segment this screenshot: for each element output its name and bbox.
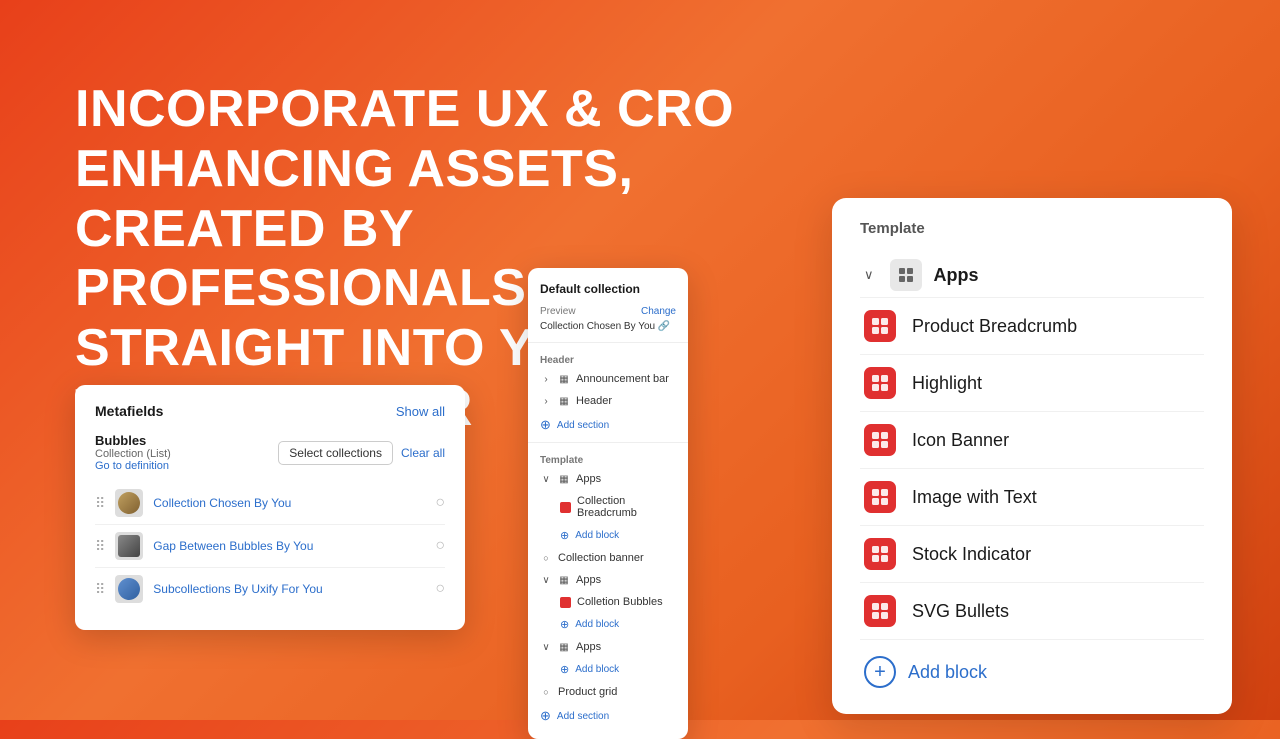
drag-handle-icon-2[interactable]: ⠿ <box>95 538 105 555</box>
theme-add-section-1[interactable]: ⊕ Add section <box>528 412 688 438</box>
chevron-down-icon-2: ∨ <box>540 574 552 586</box>
theme-apps-row-2[interactable]: ∨ ▦ Apps <box>528 569 688 591</box>
panel-item-label-3: Icon Banner <box>912 430 1009 451</box>
metafields-row-1: ⠿ Collection Chosen By You ○ <box>95 482 445 525</box>
panel-item-label-1: Product Breadcrumb <box>912 316 1077 337</box>
drag-handle-icon[interactable]: ⠿ <box>95 495 105 512</box>
bubbles-info: Bubbles Collection (List) Go to definiti… <box>95 433 171 472</box>
panel-apps-label: Apps <box>934 265 979 286</box>
panel-item-highlight[interactable]: Highlight <box>860 355 1204 412</box>
thumb-3 <box>115 575 143 603</box>
metafields-row-3: ⠿ Subcollections By Uxify For You ○ <box>95 568 445 610</box>
panel-item-product-breadcrumb[interactable]: Product Breadcrumb <box>860 298 1204 355</box>
go-to-definition[interactable]: Go to definition <box>95 460 171 472</box>
hero-line1: INCORPORATE UX & CRO ENHANCING ASSETS, <box>75 80 835 200</box>
panel-item-label-5: Stock Indicator <box>912 544 1031 565</box>
app-icon-2 <box>864 367 896 399</box>
thumb-1 <box>115 489 143 517</box>
app-icon-1 <box>864 310 896 342</box>
right-panel: Template ∨ Apps Product Breadcrumb <box>832 198 1232 714</box>
chevron-right-icon: › <box>540 373 552 385</box>
theme-collection-banner-row[interactable]: ○ Collection banner <box>528 547 688 569</box>
circle-icon-1: ○ <box>540 552 552 564</box>
hero-line2: CREATED BY PROFESSIONALS, <box>75 200 835 320</box>
theme-header-row[interactable]: › ▦ Header <box>528 390 688 412</box>
row-text-3[interactable]: Subcollections By Uxify For You <box>153 582 425 596</box>
panel-item-svg-bullets[interactable]: SVG Bullets <box>860 583 1204 640</box>
apps-grid-icon <box>890 259 922 291</box>
app-icon-4 <box>864 481 896 513</box>
apps-grid-icon-2: ▦ <box>558 574 570 586</box>
theme-add-block-1[interactable]: ⊕ Add block <box>528 524 688 547</box>
panel-section-label: Template <box>860 220 1204 237</box>
chevron-down-icon-1: ∨ <box>540 473 552 485</box>
metafields-header: Metafields Show all <box>95 403 445 419</box>
plus-icon-4: ⊕ <box>560 663 569 676</box>
row-action-2[interactable]: ○ <box>435 537 445 555</box>
chevron-down-icon: ∨ <box>864 267 874 283</box>
chevron-down-icon-3: ∨ <box>540 641 552 653</box>
panel-item-image-with-text[interactable]: Image with Text <box>860 469 1204 526</box>
metafields-section-header: Bubbles Collection (List) Go to definiti… <box>95 433 445 472</box>
theme-product-grid-row[interactable]: ○ Product grid <box>528 681 688 703</box>
theme-apps-row-3[interactable]: ∨ ▦ Apps <box>528 636 688 658</box>
panel-item-label-6: SVG Bullets <box>912 601 1009 622</box>
plus-icon-5: ⊕ <box>540 708 551 724</box>
apps-grid-icon-1: ▦ <box>558 473 570 485</box>
circle-icon-2: ○ <box>540 686 552 698</box>
bubbles-actions: Select collections Clear all <box>278 441 445 465</box>
clear-all-link[interactable]: Clear all <box>401 446 445 460</box>
theme-card-title: Default collection <box>528 282 688 302</box>
chevron-right-icon-2: › <box>540 395 552 407</box>
theme-editor-card: Default collection Preview Change Collec… <box>528 268 688 739</box>
panel-apps-row[interactable]: ∨ Apps <box>860 253 1204 298</box>
show-all-link[interactable]: Show all <box>396 404 445 419</box>
metafields-card: Metafields Show all Bubbles Collection (… <box>75 385 465 630</box>
bubbles-sub: Collection (List) <box>95 448 171 460</box>
theme-header-label: Header <box>528 347 688 368</box>
theme-apps-row-1[interactable]: ∨ ▦ Apps <box>528 468 688 490</box>
app-icon-5 <box>864 538 896 570</box>
row-text-1[interactable]: Collection Chosen By You <box>153 496 425 510</box>
theme-collection-bubbles-row[interactable]: Colletion Bubbles <box>528 591 688 613</box>
theme-add-block-2[interactable]: ⊕ Add block <box>528 613 688 636</box>
theme-preview-row: Preview Change <box>528 302 688 321</box>
panel-item-stock-indicator[interactable]: Stock Indicator <box>860 526 1204 583</box>
row-action-1[interactable]: ○ <box>435 494 445 512</box>
theme-change-link[interactable]: Change <box>641 306 676 317</box>
theme-add-section-2[interactable]: ⊕ Add section <box>528 703 688 729</box>
grid-icon: ▦ <box>558 373 570 385</box>
row-action-3[interactable]: ○ <box>435 580 445 598</box>
theme-preview-label: Preview <box>540 306 576 317</box>
app-icon-3 <box>864 424 896 456</box>
apps-grid-icon-3: ▦ <box>558 641 570 653</box>
plus-icon-3: ⊕ <box>560 618 569 631</box>
red-square-icon-1 <box>560 502 571 513</box>
panel-add-block[interactable]: + Add block <box>860 640 1204 688</box>
theme-add-block-3[interactable]: ⊕ Add block <box>528 658 688 681</box>
plus-icon-1: ⊕ <box>540 417 551 433</box>
metafields-row-2: ⠿ Gap Between Bubbles By You ○ <box>95 525 445 568</box>
red-square-icon-2 <box>560 597 571 608</box>
panel-item-label-2: Highlight <box>912 373 982 394</box>
panel-item-icon-banner[interactable]: Icon Banner <box>860 412 1204 469</box>
theme-template-label: Template <box>528 447 688 468</box>
add-block-label[interactable]: Add block <box>908 662 987 683</box>
header-grid-icon: ▦ <box>558 395 570 407</box>
row-text-2[interactable]: Gap Between Bubbles By You <box>153 539 425 553</box>
metafields-title: Metafields <box>95 403 163 419</box>
panel-item-label-4: Image with Text <box>912 487 1037 508</box>
theme-collection-val: Collection Chosen By You 🔗 <box>528 321 688 338</box>
app-icon-6 <box>864 595 896 627</box>
thumb-2 <box>115 532 143 560</box>
add-block-circle-icon: + <box>864 656 896 688</box>
theme-collection-breadcrumb-row[interactable]: Collection Breadcrumb <box>528 490 688 524</box>
select-collections-button[interactable]: Select collections <box>278 441 393 465</box>
bubbles-label: Bubbles <box>95 433 171 448</box>
drag-handle-icon-3[interactable]: ⠿ <box>95 581 105 598</box>
theme-announcement-row[interactable]: › ▦ Announcement bar <box>528 368 688 390</box>
plus-icon-2: ⊕ <box>560 529 569 542</box>
